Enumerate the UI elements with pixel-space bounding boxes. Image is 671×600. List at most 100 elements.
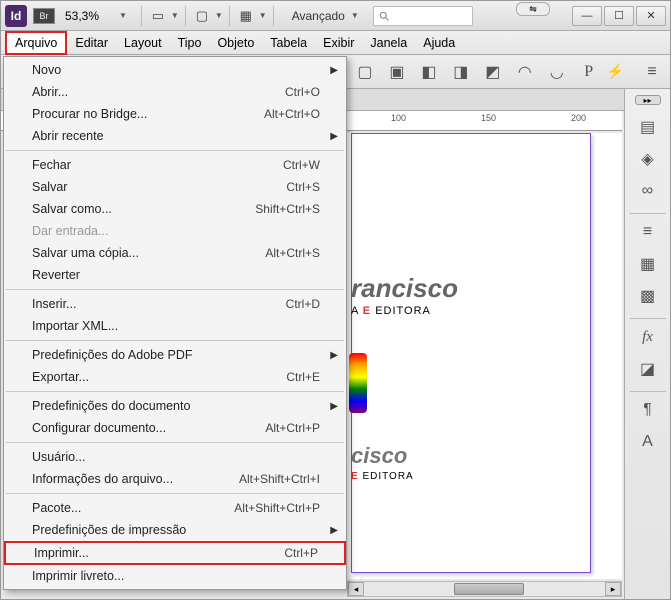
menu-item-predef-pdf[interactable]: Predefinições do Adobe PDF▶ bbox=[4, 344, 346, 366]
horizontal-scrollbar[interactable]: ◂ ▸ bbox=[347, 581, 622, 597]
menu-item-procurar-bridge[interactable]: Procurar no Bridge...Alt+Ctrl+O bbox=[4, 103, 346, 125]
close-button[interactable]: ✕ bbox=[636, 6, 666, 26]
chevron-down-icon[interactable]: ▼ bbox=[351, 11, 359, 20]
menu-separator bbox=[6, 340, 344, 341]
window-controls: — ☐ ✕ bbox=[570, 6, 666, 26]
chevron-down-icon[interactable]: ▼ bbox=[171, 11, 179, 20]
color-panel-icon[interactable]: ▦ bbox=[632, 250, 664, 278]
minimize-button[interactable]: — bbox=[572, 6, 602, 26]
paragraph-styles-panel-icon[interactable]: ¶ bbox=[632, 396, 664, 424]
menu-item-usuario[interactable]: Usuário... bbox=[4, 446, 346, 468]
links-panel-icon[interactable]: ∞ bbox=[632, 177, 664, 205]
scroll-right-button[interactable]: ▸ bbox=[605, 582, 621, 596]
corner-icon-2[interactable]: ◡ bbox=[543, 60, 571, 84]
wrap-icon-3[interactable]: ◩ bbox=[479, 60, 507, 84]
chevron-down-icon[interactable]: ▼ bbox=[215, 11, 223, 20]
menu-item-predef-doc[interactable]: Predefinições do documento▶ bbox=[4, 395, 346, 417]
panel-menu-icon[interactable]: ≡ bbox=[638, 60, 666, 84]
file-menu-dropdown: Novo▶ Abrir...Ctrl+O Procurar no Bridge.… bbox=[3, 56, 347, 590]
menu-layout[interactable]: Layout bbox=[116, 33, 170, 53]
menu-exibir[interactable]: Exibir bbox=[315, 33, 362, 53]
brand-subtext-1: A E EDITORA bbox=[351, 305, 431, 317]
frame-fit-icon-2[interactable]: ▣ bbox=[383, 60, 411, 84]
ruler-tick-label: 150 bbox=[481, 113, 496, 123]
arrange-documents-icon[interactable]: ▦ bbox=[236, 6, 256, 26]
menu-tabela[interactable]: Tabela bbox=[262, 33, 315, 53]
paragraph-style-icon[interactable]: P bbox=[575, 60, 603, 84]
view-options-icon[interactable]: ▭ bbox=[148, 6, 168, 26]
menu-item-imprimir[interactable]: Imprimir...Ctrl+P bbox=[4, 541, 346, 565]
menu-item-inserir[interactable]: Inserir...Ctrl+D bbox=[4, 293, 346, 315]
wrap-icon-2[interactable]: ◨ bbox=[447, 60, 475, 84]
panel-dock: ▸▸ ▤ ◈ ∞ ≡ ▦ ▩ fx ◪ ¶ A bbox=[624, 89, 670, 599]
menu-item-imprimir-livreto[interactable]: Imprimir livreto... bbox=[4, 565, 346, 587]
object-styles-panel-icon[interactable]: ◪ bbox=[632, 355, 664, 383]
quick-apply-icon[interactable]: ⚡ bbox=[607, 63, 624, 80]
wrap-icon[interactable]: ◧ bbox=[415, 60, 443, 84]
submenu-arrow-icon: ▶ bbox=[330, 65, 338, 76]
dock-collapse-button[interactable]: ▸▸ bbox=[635, 95, 661, 105]
menu-objeto[interactable]: Objeto bbox=[209, 33, 262, 53]
menu-item-info-arquivo[interactable]: Informações do arquivo...Alt+Shift+Ctrl+… bbox=[4, 468, 346, 490]
view-options-cluster[interactable]: ▭ ▼ bbox=[148, 6, 179, 26]
chevron-down-icon[interactable]: ▼ bbox=[259, 11, 267, 20]
menu-separator bbox=[6, 493, 344, 494]
screen-mode-cluster[interactable]: ▢ ▼ bbox=[192, 6, 223, 26]
menu-separator bbox=[6, 442, 344, 443]
search-field[interactable] bbox=[373, 6, 473, 26]
layers-panel-icon[interactable]: ◈ bbox=[632, 145, 664, 173]
stroke-panel-icon[interactable]: ≡ bbox=[632, 218, 664, 246]
swatches-panel-icon[interactable]: ▩ bbox=[632, 282, 664, 310]
chevron-down-icon[interactable]: ▼ bbox=[119, 11, 127, 20]
menu-ajuda[interactable]: Ajuda bbox=[415, 33, 463, 53]
frame-fit-icon[interactable]: ▢ bbox=[351, 60, 379, 84]
ruler-tick-label: 100 bbox=[391, 113, 406, 123]
menu-bar: Arquivo Editar Layout Tipo Objeto Tabela… bbox=[1, 31, 670, 55]
dock-separator bbox=[630, 391, 666, 392]
arrange-docs-cluster[interactable]: ▦ ▼ bbox=[236, 6, 267, 26]
menu-item-importar-xml[interactable]: Importar XML... bbox=[4, 315, 346, 337]
screen-mode-icon[interactable]: ▢ bbox=[192, 6, 212, 26]
menu-editar[interactable]: Editar bbox=[67, 33, 116, 53]
pages-panel-icon[interactable]: ▤ bbox=[632, 113, 664, 141]
submenu-arrow-icon: ▶ bbox=[330, 401, 338, 412]
zoom-value: 53,3% bbox=[63, 8, 115, 24]
dock-separator bbox=[630, 318, 666, 319]
menu-item-config-doc[interactable]: Configurar documento...Alt+Ctrl+P bbox=[4, 417, 346, 439]
workspace-label: Avançado bbox=[292, 9, 345, 23]
menu-item-salvar[interactable]: SalvarCtrl+S bbox=[4, 176, 346, 198]
menu-item-abrir-recente[interactable]: Abrir recente▶ bbox=[4, 125, 346, 147]
menu-item-reverter[interactable]: Reverter bbox=[4, 264, 346, 286]
menu-arquivo[interactable]: Arquivo bbox=[5, 31, 67, 55]
menu-item-abrir[interactable]: Abrir...Ctrl+O bbox=[4, 81, 346, 103]
corner-icon[interactable]: ◠ bbox=[511, 60, 539, 84]
menu-item-dar-entrada: Dar entrada... bbox=[4, 220, 346, 242]
brand-text-1: rancisco bbox=[351, 273, 458, 304]
submenu-arrow-icon: ▶ bbox=[330, 131, 338, 142]
character-styles-panel-icon[interactable]: A bbox=[632, 428, 664, 456]
scrollbar-thumb[interactable] bbox=[454, 583, 524, 595]
menu-item-novo[interactable]: Novo▶ bbox=[4, 59, 346, 81]
submenu-arrow-icon: ▶ bbox=[330, 525, 338, 536]
separator bbox=[185, 6, 186, 26]
menu-item-exportar[interactable]: Exportar...Ctrl+E bbox=[4, 366, 346, 388]
collapse-toolbar-button[interactable]: ⇋ bbox=[516, 2, 550, 16]
maximize-button[interactable]: ☐ bbox=[604, 6, 634, 26]
menu-tipo[interactable]: Tipo bbox=[170, 33, 210, 53]
bridge-badge[interactable]: Br bbox=[33, 8, 55, 24]
menu-item-pacote[interactable]: Pacote...Alt+Shift+Ctrl+P bbox=[4, 497, 346, 519]
zoom-level-field[interactable]: 53,3% ▼ bbox=[63, 8, 127, 24]
effects-panel-icon[interactable]: fx bbox=[632, 323, 664, 351]
workspace-switcher[interactable]: Avançado ▼ bbox=[292, 9, 359, 23]
scroll-left-button[interactable]: ◂ bbox=[348, 582, 364, 596]
menu-item-salvar-como[interactable]: Salvar como...Shift+Ctrl+S bbox=[4, 198, 346, 220]
brand-subtext-2: E EDITORA bbox=[351, 471, 414, 482]
menu-item-predef-impressao[interactable]: Predefinições de impressão▶ bbox=[4, 519, 346, 541]
document-canvas[interactable]: rancisco A E EDITORA cisco E EDITORA bbox=[347, 133, 622, 579]
app-icon-indesign: Id bbox=[5, 5, 27, 27]
dock-separator bbox=[630, 213, 666, 214]
menu-separator bbox=[6, 289, 344, 290]
menu-janela[interactable]: Janela bbox=[362, 33, 415, 53]
menu-item-salvar-copia[interactable]: Salvar uma cópia...Alt+Ctrl+S bbox=[4, 242, 346, 264]
menu-item-fechar[interactable]: FecharCtrl+W bbox=[4, 154, 346, 176]
